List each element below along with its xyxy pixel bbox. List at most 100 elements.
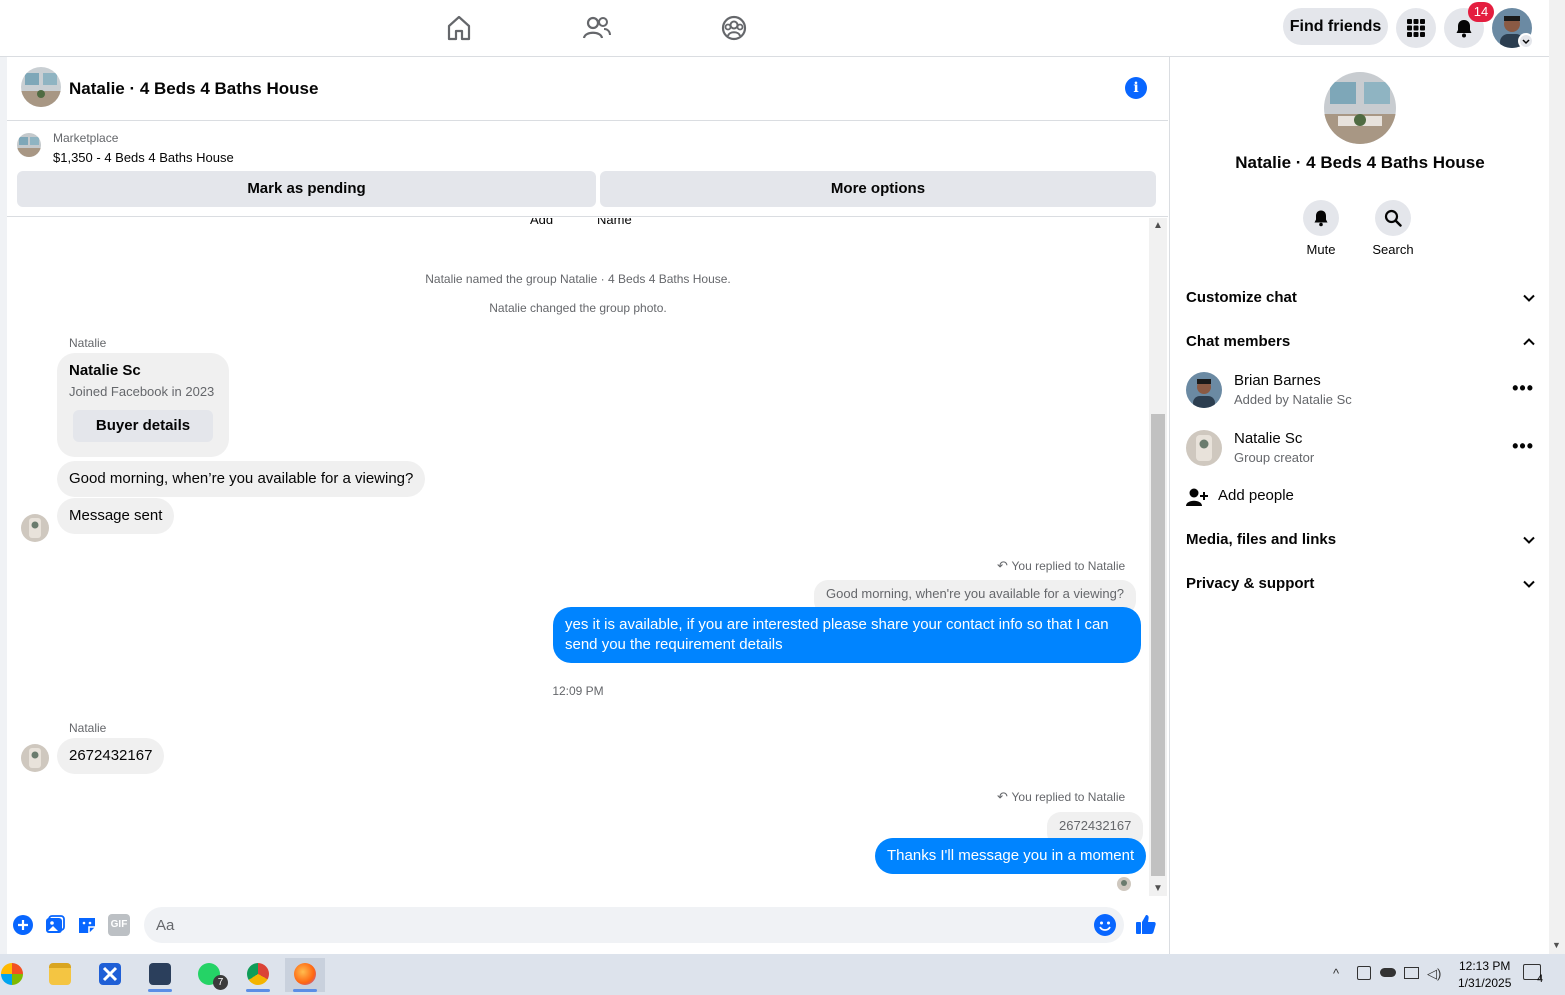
- chevron-down-icon: [1523, 580, 1535, 588]
- groups-icon[interactable]: [719, 13, 749, 43]
- active-indicator: [148, 989, 172, 992]
- plus-icon[interactable]: [12, 914, 34, 936]
- meet-now-icon[interactable]: [1357, 966, 1371, 980]
- chat-title[interactable]: Natalie · 4 Beds 4 Baths House: [69, 79, 318, 99]
- home-icon[interactable]: [444, 13, 474, 43]
- like-thumbs-up-icon[interactable]: [1134, 912, 1158, 936]
- find-friends-button[interactable]: Find friends: [1283, 8, 1388, 45]
- app-launcher-icon: [1, 963, 23, 985]
- member-avatar[interactable]: [1186, 372, 1222, 408]
- info-icon[interactable]: i: [1125, 77, 1147, 99]
- clipped-name-label: Name: [597, 218, 632, 227]
- incoming-message[interactable]: Message sent: [57, 498, 175, 534]
- gif-icon[interactable]: GIF: [108, 914, 130, 936]
- clipped-add-label: Add: [530, 218, 554, 227]
- taskbar-file-explorer[interactable]: [40, 958, 80, 992]
- scroll-up-icon[interactable]: ▲: [1153, 220, 1163, 231]
- message-composer: GIF: [7, 897, 1168, 954]
- message-thread: Add Name Natalie named the group Natalie…: [7, 218, 1149, 896]
- taskbar-whatsapp[interactable]: 7: [189, 958, 229, 992]
- chat-header: Natalie · 4 Beds 4 Baths House i: [7, 57, 1168, 121]
- taskbar-app-blue[interactable]: [90, 958, 130, 992]
- taskbar-firefox[interactable]: [285, 958, 325, 992]
- search-button[interactable]: Search: [1363, 200, 1423, 257]
- whatsapp-badge: 7: [213, 975, 228, 990]
- taskbar-app-launcher[interactable]: [0, 958, 32, 992]
- more-options-button[interactable]: More options: [600, 171, 1156, 207]
- group-photo-large[interactable]: [1324, 72, 1396, 144]
- emoji-icon[interactable]: [1094, 914, 1116, 936]
- volume-icon[interactable]: ◁): [1427, 966, 1441, 982]
- scroll-down-icon[interactable]: ▼: [1153, 883, 1163, 894]
- grid-icon: [1407, 19, 1425, 37]
- chrome-icon: [247, 963, 269, 985]
- reply-indicator: ↶ You replied to Natalie: [997, 789, 1125, 805]
- listing-thumbnail[interactable]: [17, 133, 41, 157]
- active-indicator: [246, 989, 270, 992]
- photo-icon[interactable]: [44, 914, 66, 936]
- top-navigation-bar: Find friends 14: [0, 0, 1549, 57]
- reply-arrow-icon: ↶: [997, 558, 1012, 573]
- menu-grid-button[interactable]: [1396, 8, 1436, 48]
- seen-receipt-avatar: [1117, 877, 1131, 891]
- sender-name: Natalie: [69, 336, 107, 350]
- member-row[interactable]: Natalie Sc Group creator •••: [1186, 426, 1536, 470]
- reply-tag-text: You replied to Natalie: [1011, 790, 1126, 804]
- chat-members-section[interactable]: Chat members: [1186, 333, 1536, 350]
- more-options-icon[interactable]: •••: [1512, 436, 1534, 457]
- mute-label: Mute: [1306, 242, 1336, 257]
- system-message: Natalie named the group Natalie · 4 Beds…: [425, 272, 731, 286]
- buyer-details-button[interactable]: Buyer details: [73, 410, 213, 442]
- account-chevron-down-icon[interactable]: [1518, 33, 1534, 49]
- reply-indicator: ↶ You replied to Natalie: [997, 558, 1125, 574]
- customize-chat-label: Customize chat: [1186, 289, 1297, 306]
- sender-avatar[interactable]: [21, 514, 49, 542]
- taskbar-app-tool[interactable]: [140, 958, 180, 992]
- media-files-links-section[interactable]: Media, files and links: [1186, 531, 1536, 548]
- outgoing-message[interactable]: Thanks I'll message you in a moment: [875, 838, 1147, 874]
- message-input[interactable]: [156, 907, 1076, 943]
- privacy-support-section[interactable]: Privacy & support: [1186, 575, 1536, 592]
- sticker-icon[interactable]: [76, 914, 98, 936]
- listing-price-title[interactable]: $1,350 - 4 Beds 4 Baths House: [53, 150, 234, 165]
- member-row[interactable]: Brian Barnes Added by Natalie Sc •••: [1186, 368, 1536, 412]
- member-avatar[interactable]: [1186, 430, 1222, 466]
- taskbar-chrome[interactable]: [238, 958, 278, 992]
- scroll-thumb[interactable]: [1151, 414, 1165, 876]
- chat-members-label: Chat members: [1186, 333, 1291, 350]
- show-hidden-icons[interactable]: ^: [1333, 966, 1339, 981]
- page-scrollbar[interactable]: ▼: [1549, 0, 1565, 954]
- sender-avatar[interactable]: [21, 744, 49, 772]
- system-clock[interactable]: 12:13 PM 1/31/2025: [1458, 958, 1511, 992]
- incoming-message[interactable]: 2672432167: [57, 738, 165, 774]
- card-name: Natalie Sc: [69, 362, 141, 379]
- privacy-label: Privacy & support: [1186, 575, 1315, 592]
- tool-app-icon: [149, 963, 171, 985]
- member-name: Natalie Sc: [1234, 430, 1303, 447]
- onedrive-cloud-icon[interactable]: [1380, 968, 1396, 977]
- outgoing-message[interactable]: yes it is available, if you are interest…: [553, 607, 1141, 663]
- chevron-down-icon: [1523, 536, 1535, 544]
- search-label: Search: [1372, 242, 1414, 257]
- notification-count-badge: 14: [1468, 2, 1494, 22]
- friends-icon[interactable]: [582, 13, 612, 43]
- customize-chat-section[interactable]: Customize chat: [1186, 289, 1536, 306]
- firefox-icon: [294, 963, 316, 985]
- system-message: Natalie changed the group photo.: [489, 301, 667, 315]
- action-center-count: 4: [1537, 973, 1544, 985]
- mute-button[interactable]: Mute: [1291, 200, 1351, 257]
- chat-details-panel: Natalie · 4 Beds 4 Baths House Mute Sear…: [1169, 57, 1549, 954]
- add-people-button[interactable]: Add people: [1186, 485, 1486, 509]
- marketplace-banner: Marketplace $1,350 - 4 Beds 4 Baths Hous…: [7, 121, 1168, 217]
- group-photo-avatar[interactable]: [21, 67, 61, 107]
- message-scrollbar[interactable]: ▲ ▼: [1149, 218, 1167, 896]
- page-scroll-down-icon[interactable]: ▼: [1552, 940, 1561, 950]
- more-options-icon[interactable]: •••: [1512, 378, 1534, 399]
- add-person-icon: [1186, 488, 1208, 506]
- network-icon[interactable]: [1404, 967, 1419, 979]
- incoming-message[interactable]: Good morning, when’re you available for …: [57, 461, 426, 497]
- mark-as-pending-button[interactable]: Mark as pending: [17, 171, 596, 207]
- message-input-container[interactable]: [144, 907, 1124, 943]
- panel-title: Natalie · 4 Beds 4 Baths House: [1235, 153, 1485, 172]
- x-app-icon: [99, 963, 121, 985]
